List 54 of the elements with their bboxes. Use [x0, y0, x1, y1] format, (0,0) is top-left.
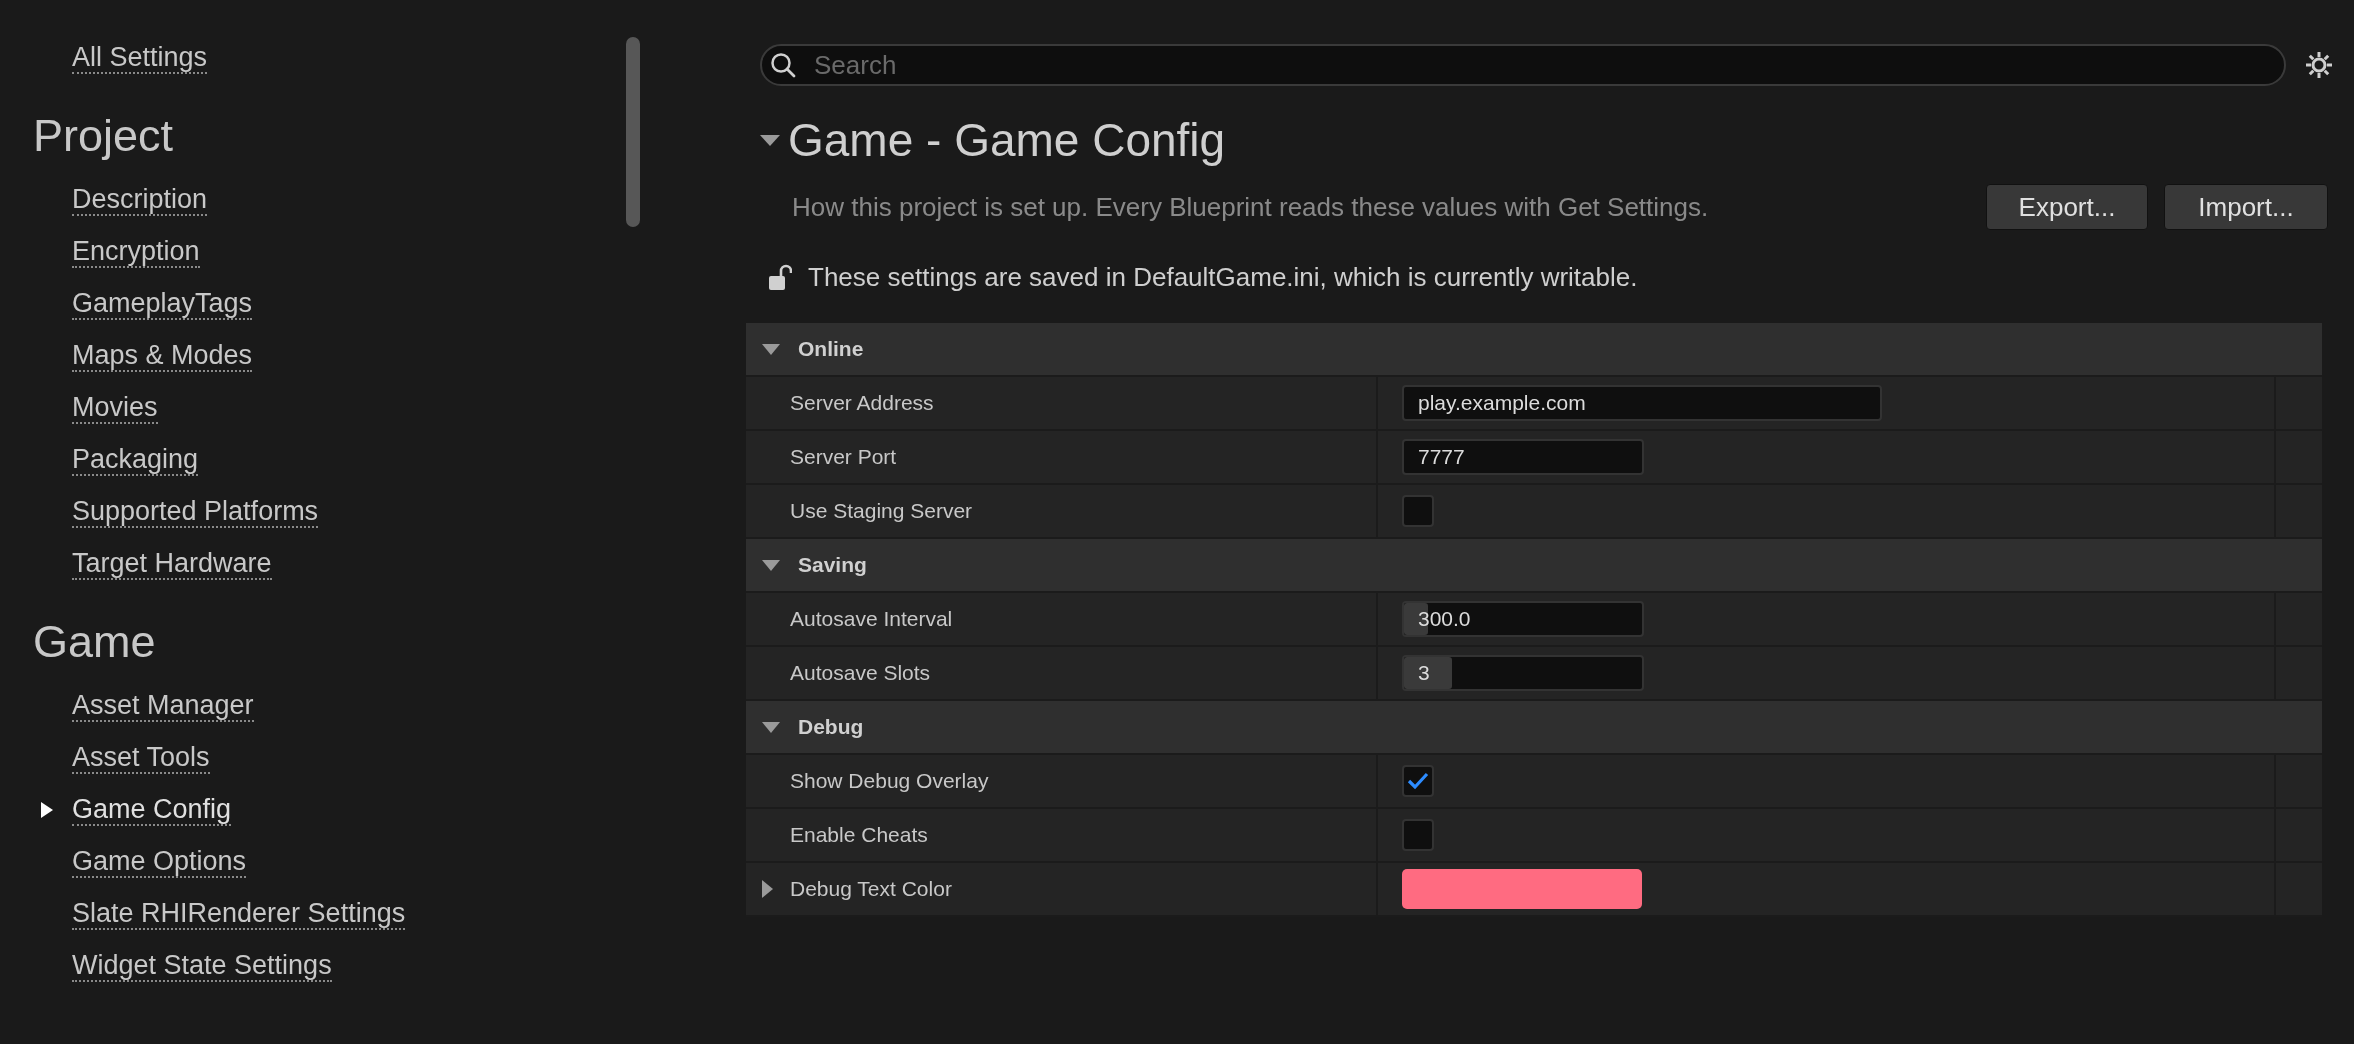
settings-link[interactable]: Supported Platforms: [72, 496, 319, 528]
checkbox[interactable]: [1402, 819, 1434, 851]
search-field[interactable]: Search: [760, 44, 2286, 86]
property-label: Enable Cheats: [790, 823, 928, 847]
property-label: Use Staging Server: [790, 499, 973, 523]
settings-link[interactable]: All Settings: [72, 42, 208, 74]
property-label: Autosave Interval: [790, 607, 953, 631]
settings-link[interactable]: Movies: [72, 392, 158, 424]
settings-link[interactable]: Game Config: [72, 794, 232, 826]
collapse-arrow-icon[interactable]: [762, 559, 780, 571]
section-description: How this project is set up. Every Blueprint reads these values with Get Settings.: [792, 191, 1709, 223]
property-label: Server Port: [790, 445, 897, 469]
text-field[interactable]: play.example.com: [1402, 385, 1882, 421]
color-swatch[interactable]: [1402, 869, 1642, 909]
checkbox[interactable]: [1402, 765, 1434, 797]
checkbox[interactable]: [1402, 495, 1434, 527]
settings-link[interactable]: Slate RHIRenderer Settings: [72, 898, 406, 930]
property-label: Debug Text Color: [790, 877, 952, 901]
settings-link[interactable]: Asset Tools: [72, 742, 210, 774]
property-label: Server Address: [790, 391, 934, 415]
settings-link[interactable]: Encryption: [72, 236, 200, 268]
settings-link[interactable]: Widget State Settings: [72, 950, 332, 982]
category-header[interactable]: Online: [746, 323, 2322, 377]
scrollbar-thumb[interactable]: [626, 37, 640, 227]
section-heading: Game: [32, 615, 157, 669]
settings-link[interactable]: Game Options: [72, 846, 247, 878]
number-field[interactable]: 300.0: [1402, 601, 1644, 637]
settings-link[interactable]: Asset Manager: [72, 690, 254, 722]
settings-link[interactable]: Packaging: [72, 444, 199, 476]
category-label: Online: [798, 337, 864, 361]
collapse-arrow-icon[interactable]: [762, 721, 780, 733]
category-label: Saving: [798, 553, 867, 577]
text-field[interactable]: 7777: [1402, 439, 1644, 475]
property-label: Autosave Slots: [790, 661, 931, 685]
expand-arrow-icon[interactable]: [762, 880, 773, 898]
action-button[interactable]: Import...: [2164, 184, 2328, 230]
section-heading: Project: [32, 109, 175, 163]
collapse-arrow-icon[interactable]: [760, 134, 780, 146]
settings-link[interactable]: GameplayTags: [72, 288, 253, 320]
property-label: Show Debug Overlay: [790, 769, 989, 793]
action-button[interactable]: Export...: [1986, 184, 2148, 230]
file-status-text: These settings are saved in DefaultGame.ini, which is currently writable.: [808, 262, 1638, 293]
settings-link[interactable]: Target Hardware: [72, 548, 272, 580]
unlocked-padlock-icon: [768, 263, 792, 292]
section-title: Game - Game Config: [788, 113, 1226, 168]
number-field[interactable]: 3: [1402, 655, 1644, 691]
collapse-arrow-icon[interactable]: [762, 343, 780, 355]
category-header[interactable]: Saving: [746, 539, 2322, 593]
settings-icon: [2304, 50, 2334, 80]
category-header[interactable]: Debug: [746, 701, 2322, 755]
settings-link[interactable]: Description: [72, 184, 208, 216]
checkmark-icon: [1407, 772, 1429, 790]
category-label: Debug: [798, 715, 864, 739]
settings-link[interactable]: Maps & Modes: [72, 340, 253, 372]
